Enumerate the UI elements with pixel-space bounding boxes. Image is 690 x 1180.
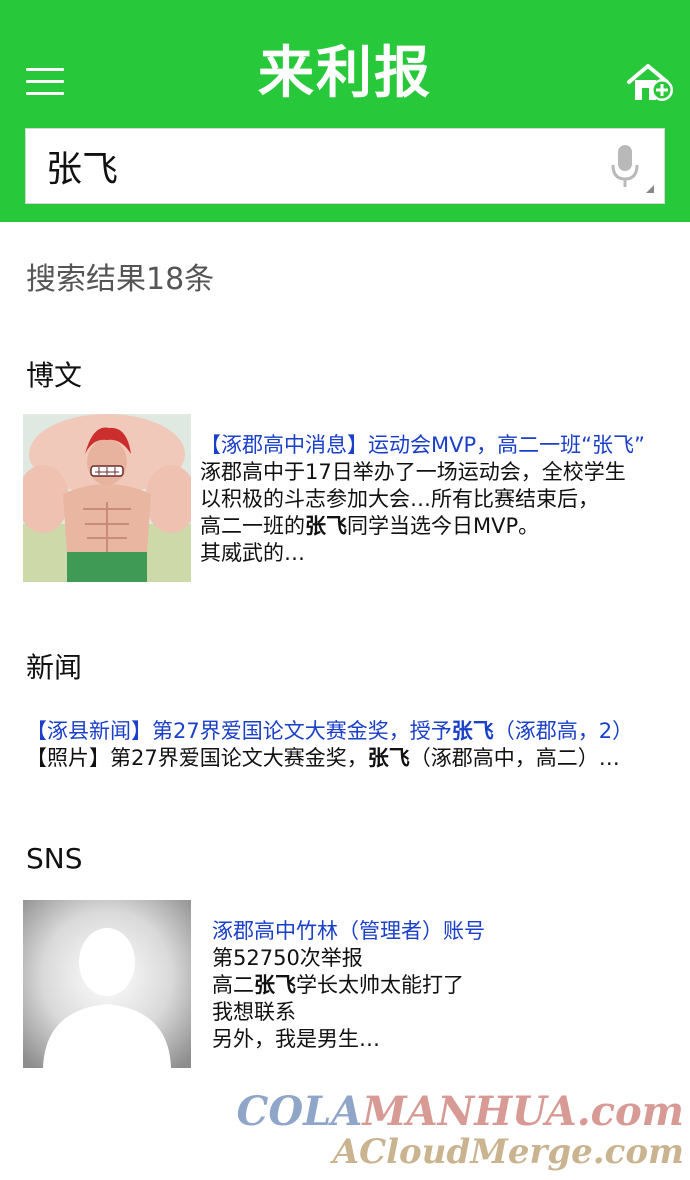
- add-home-icon[interactable]: [626, 62, 676, 104]
- result-count: 搜索结果18条: [26, 262, 215, 297]
- news-link-1[interactable]: 【涿县新闻】第27界爱国论文大赛金奖，授予张飞（涿郡高，2）: [26, 718, 633, 745]
- section-title-blog: 博文: [26, 359, 83, 392]
- sns-result[interactable]: 涿郡高中竹林（管理者）账号 第52750次举报 高二张飞学长太帅太能打了 我想联…: [212, 918, 485, 1053]
- news-results: 【涿县新闻】第27界爱国论文大赛金奖，授予张飞（涿郡高，2） 【照片】第27界爱…: [26, 718, 633, 772]
- sns-snippet-line: 我想联系: [212, 1000, 296, 1024]
- blog-thumbnail[interactable]: [23, 414, 191, 582]
- sns-snippet-line: 高二张飞学长太帅太能打了: [212, 973, 464, 997]
- search-input[interactable]: [46, 139, 606, 193]
- microphone-icon[interactable]: [610, 143, 640, 191]
- blog-snippet-line: 高二一班的张飞同学当选今日MVP。: [200, 514, 540, 538]
- news-link-2[interactable]: 【照片】第27界爱国论文大赛金奖，张飞（涿郡高中，高二）…: [26, 745, 633, 772]
- highlight-keyword: 张飞: [305, 514, 347, 538]
- resize-corner-icon: [646, 185, 654, 193]
- sns-account-link[interactable]: 涿郡高中竹林（管理者）账号: [212, 918, 485, 945]
- watermark-acloudmerge: ACloudMerge.com: [332, 1132, 684, 1172]
- blog-headline-link[interactable]: 【涿郡高中消息】运动会MVP，高二一班“张飞”: [200, 432, 645, 459]
- search-bar: [25, 128, 665, 204]
- section-title-sns: SNS: [26, 842, 83, 875]
- section-title-news: 新闻: [26, 651, 83, 684]
- app-title: 来利报: [258, 41, 432, 106]
- sns-snippet-line: 第52750次举报: [212, 946, 363, 970]
- blog-snippet-line: 以积极的斗志参加大会…所有比赛结束后，: [200, 487, 599, 511]
- highlight-keyword: 张飞: [254, 973, 296, 997]
- blog-result[interactable]: 【涿郡高中消息】运动会MVP，高二一班“张飞” 涿郡高中于17日举办了一场运动会…: [200, 432, 645, 567]
- blog-snippet-line: 涿郡高中于17日举办了一场运动会，全校学生: [200, 460, 626, 484]
- sns-snippet-line: 另外，我是男生…: [212, 1027, 380, 1051]
- watermark-colamanhua: COLAMANHUA.com: [236, 1088, 685, 1135]
- default-avatar-icon[interactable]: [23, 900, 191, 1068]
- blog-snippet-line: 其威武的…: [200, 541, 305, 565]
